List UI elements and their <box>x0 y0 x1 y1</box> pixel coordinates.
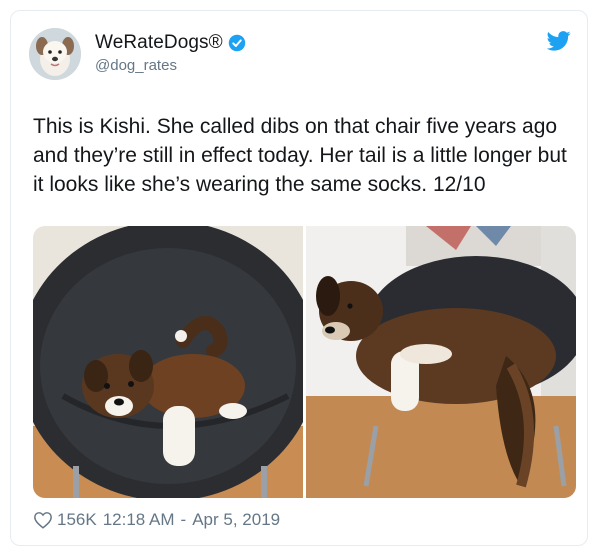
handle[interactable]: @dog_rates <box>95 57 177 74</box>
footer-separator: - <box>180 510 187 529</box>
tweet-text: This is Kishi. She called dibs on that c… <box>33 115 573 196</box>
author-name-row: WeRateDogs® <box>95 32 246 54</box>
like-count[interactable]: 156K <box>57 510 97 530</box>
tweet-footer: 156K 12:18 AM - Apr 5, 2019 <box>33 510 286 530</box>
puppy-on-chair-photo[interactable] <box>33 226 303 498</box>
media-grid[interactable] <box>33 226 576 498</box>
verified-badge-icon <box>228 34 245 52</box>
tweet-date[interactable]: Apr 5, 2019 <box>192 510 280 530</box>
adult-dog-on-chair-photo[interactable] <box>306 226 576 498</box>
display-name[interactable]: WeRateDogs® <box>95 32 223 54</box>
heart-icon[interactable] <box>33 511 53 529</box>
tweet-time[interactable]: 12:18 AM <box>103 510 175 530</box>
tweet-card: WeRateDogs® @dog_rates This is Kishi. Sh… <box>10 10 588 546</box>
twitter-bird-icon[interactable] <box>547 31 571 51</box>
avatar[interactable] <box>29 28 81 80</box>
